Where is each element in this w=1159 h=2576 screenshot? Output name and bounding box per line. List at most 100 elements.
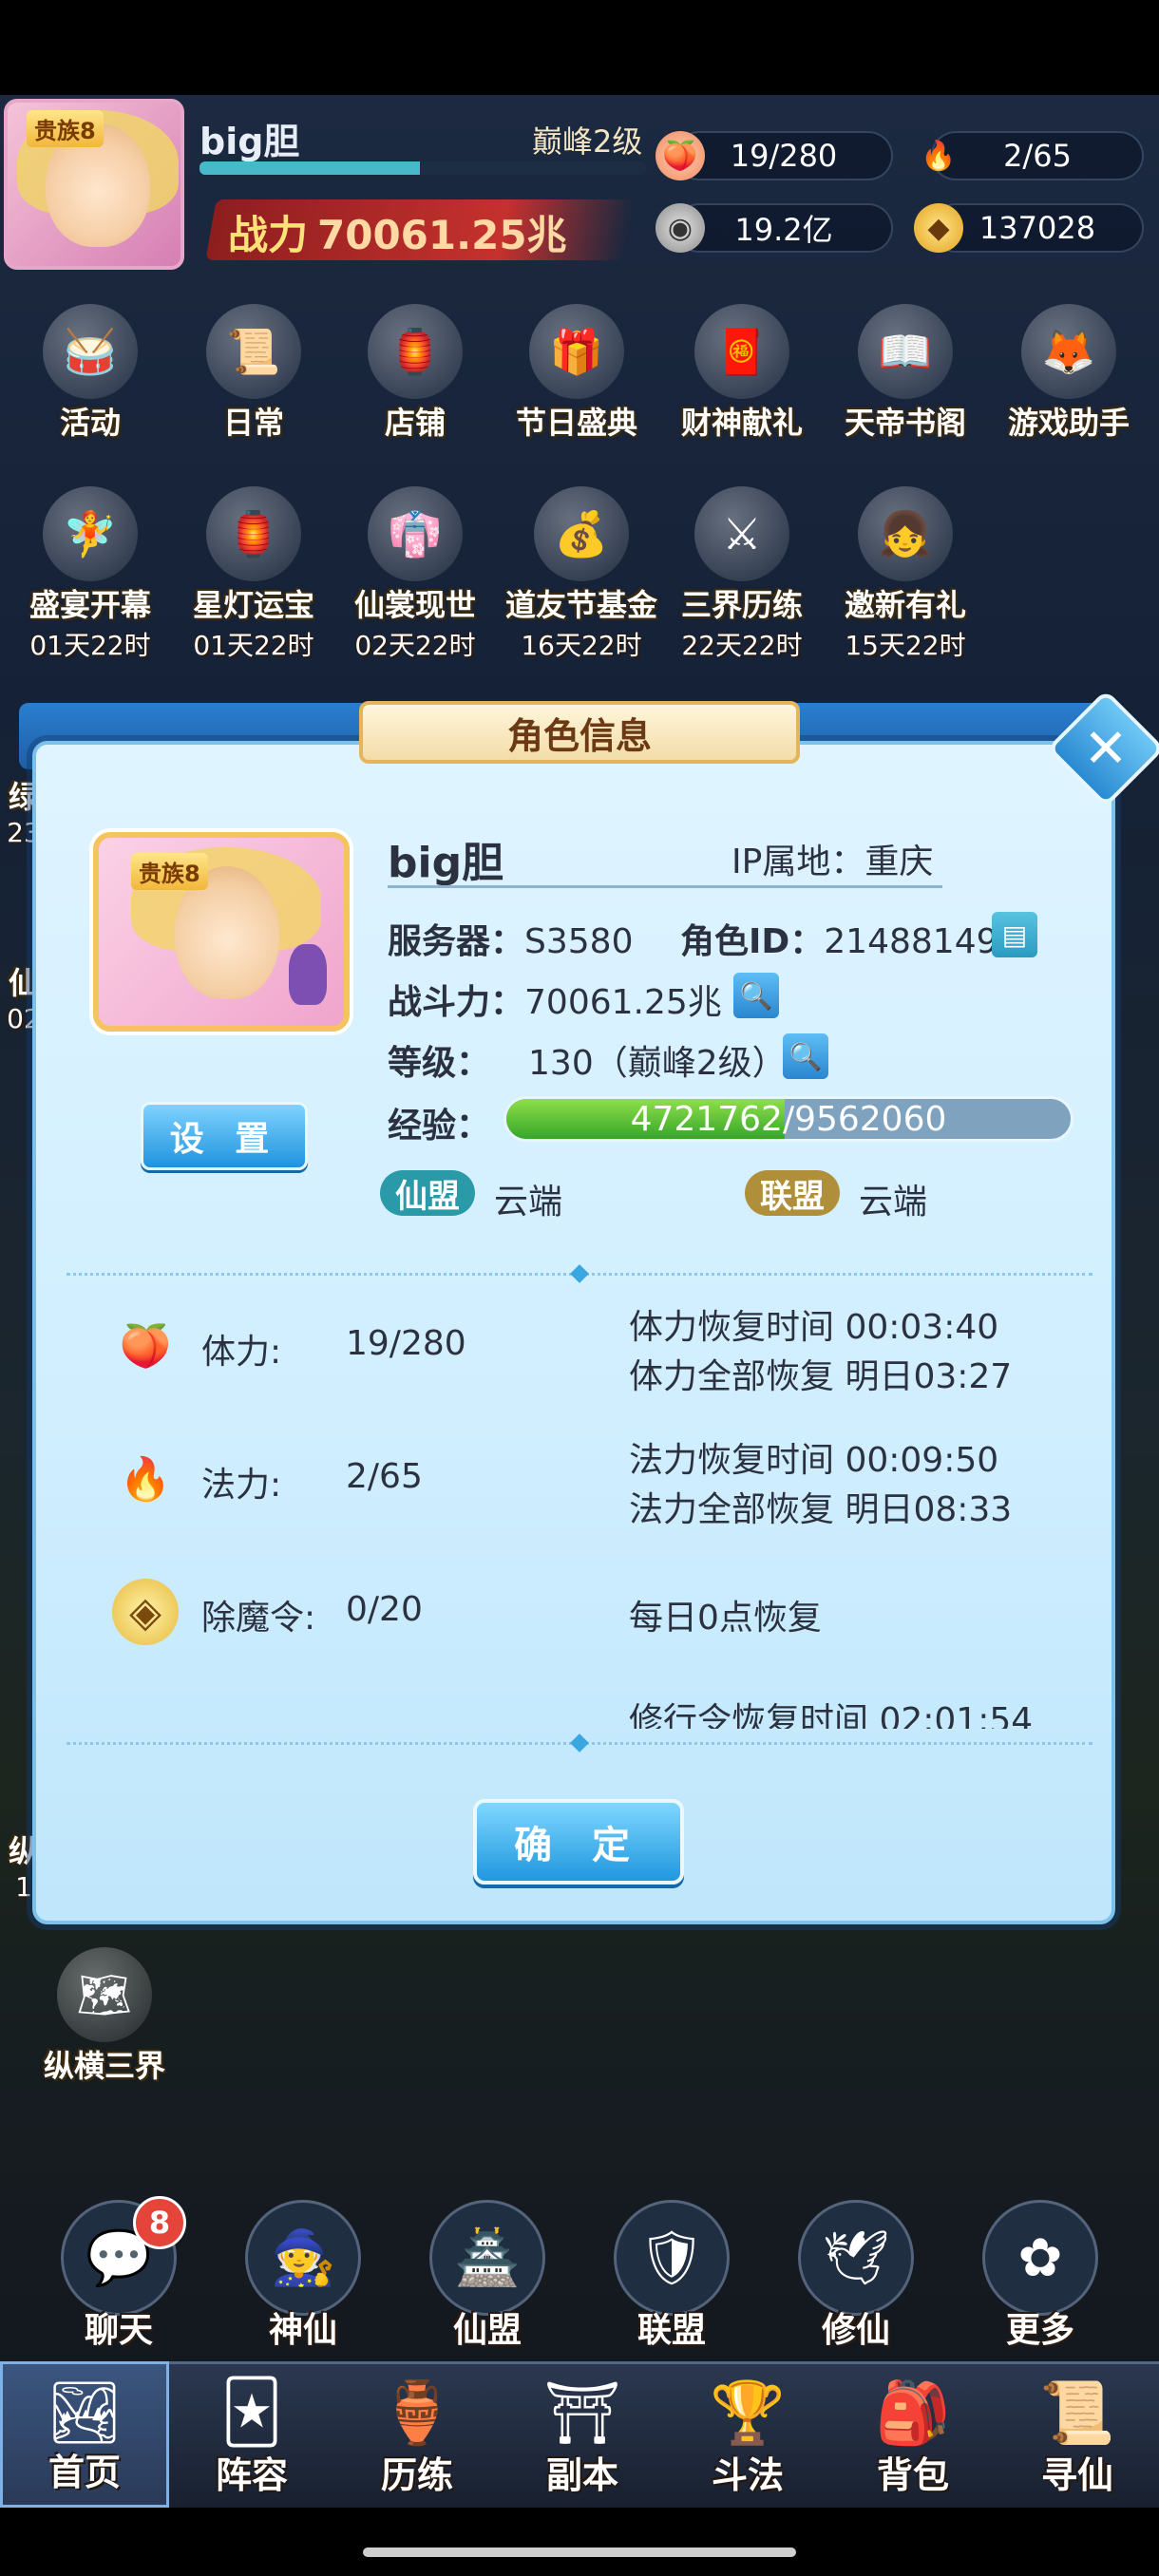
treasure-icon: 💰 [534, 486, 629, 581]
coin-icon: ◉ [656, 203, 705, 253]
alliance-button[interactable]: 🛡 联盟 [610, 2200, 733, 2352]
stamina-full-recover: 体力全部恢复 明日03:27 [629, 1357, 1013, 1396]
practice-recover-time: 修行令恢复时间 02:01:54 [629, 1701, 1034, 1729]
gate-icon: ⛩ [543, 2378, 621, 2449]
demon-token-value: 0/20 [346, 1590, 423, 1629]
nav-seek[interactable]: 📜 寻仙 [996, 2361, 1159, 2508]
event-invite[interactable]: 👧 邀新有礼 15天22时 [834, 486, 977, 663]
rank-tag: 贵族8 [27, 110, 104, 147]
chat-badge: 8 [133, 2196, 186, 2249]
close-icon[interactable]: ✕ [1064, 707, 1148, 790]
shop-icon: 🏮 [368, 304, 463, 399]
scroll-map-icon: 📜 [1039, 2378, 1115, 2449]
role-portrait: 贵族8 [93, 832, 350, 1032]
warrior-icon: ⚔ [694, 486, 789, 581]
feature-assistant[interactable]: 🦊 游戏助手 [998, 304, 1140, 443]
nav-dungeon[interactable]: ⛩ 副本 [500, 2361, 665, 2508]
home-icon: 🏞 [46, 2378, 124, 2449]
server-row: 服务器：S3580 [388, 922, 634, 961]
bag-icon: 🎒 [875, 2378, 951, 2449]
guild-name: 云端 [494, 1183, 563, 1222]
nav-duel[interactable]: 🏆 斗法 [665, 2361, 830, 2508]
girl-icon: 👧 [858, 486, 953, 581]
combat-row: 战斗力：70061.25兆 [388, 983, 722, 1022]
god-of-wealth-icon: 🧧 [694, 304, 789, 399]
feature-daily[interactable]: 📜 日常 [182, 304, 325, 443]
book-icon: 📖 [858, 304, 953, 399]
nav-trial[interactable]: 🏺 历练 [334, 2361, 500, 2508]
portrait-rank-tag: 贵族8 [131, 853, 208, 890]
scroll-icon: 📜 [206, 304, 301, 399]
header-exp-bar [200, 161, 646, 175]
event-banquet[interactable]: 🧚 盛宴开幕 01天22时 [19, 486, 162, 663]
alliance-name: 云端 [859, 1183, 928, 1222]
role-name: big胆 [388, 839, 504, 887]
name-divider [388, 885, 942, 888]
exp-bar: 4721762/9562060 [504, 1096, 1074, 1142]
feature-activity[interactable]: 🥁 活动 [19, 304, 162, 443]
mana-full-recover: 法力全部恢复 明日08:33 [629, 1490, 1013, 1529]
gift-icon: 🎁 [529, 304, 624, 399]
role-id-row: 角色ID：21488149 [680, 922, 998, 961]
mana-label: 法力: [201, 1466, 282, 1505]
power-display: 战力 70061.25兆 [228, 203, 567, 261]
stamina-counter[interactable]: 19/280 [674, 131, 893, 180]
exp-label: 经验： [388, 1107, 491, 1146]
gold-ingot-icon: ◆ [914, 203, 963, 253]
stamina-recover-time: 体力恢复时间 00:03:40 [629, 1308, 999, 1347]
immortal-button[interactable]: 🧙 神仙 [241, 2200, 365, 2352]
peak-level: 巅峰2级 [532, 123, 643, 160]
feature-festival[interactable]: 🎁 节日盛典 [505, 304, 648, 443]
lantern-icon: 🏮 [206, 486, 301, 581]
silver-counter[interactable]: 19.2亿 [674, 203, 893, 253]
demon-token-label: 除魔令: [201, 1599, 316, 1638]
nav-lineup[interactable]: 🃏 阵容 [169, 2361, 334, 2508]
feature-wealth-gift[interactable]: 🧧 财神献礼 [671, 304, 813, 443]
power-label: 战力 [228, 212, 309, 258]
world-event[interactable]: 🗺 纵横三界 [19, 1947, 190, 2086]
more-button[interactable]: ✿ 更多 [978, 2200, 1102, 2352]
cultivate-button[interactable]: 🕊 修仙 [794, 2200, 918, 2352]
robe-icon: 👘 [368, 486, 463, 581]
search-icon[interactable]: 🔍 [783, 1033, 828, 1079]
nav-home[interactable]: 🏞 首页 [0, 2361, 169, 2508]
guild-icon: 🏯 [429, 2200, 545, 2316]
drum-icon: 🥁 [43, 304, 138, 399]
guild-button[interactable]: 🏯 仙盟 [426, 2200, 549, 2352]
player-avatar[interactable]: 贵族8 [4, 99, 184, 270]
system-nav-bar [0, 2508, 1159, 2576]
stamina-label: 体力: [201, 1333, 282, 1372]
peach-icon: 🍑 [119, 1322, 172, 1371]
flame-icon: 🔥 [921, 139, 957, 173]
alliance-icon: 🛡 [614, 2200, 730, 2316]
flower-icon: ✿ [982, 2200, 1098, 2316]
event-fund[interactable]: 💰 道友节基金 16天22时 [505, 486, 657, 663]
nav-bag[interactable]: 🎒 背包 [830, 2361, 996, 2508]
event-three-realms[interactable]: ⚔ 三界历练 22天22时 [671, 486, 813, 663]
player-name: big胆 [200, 121, 300, 162]
trophy-icon: 🏆 [710, 2378, 786, 2449]
ip-location: IP属地：重庆 [732, 843, 934, 881]
cards-icon: 🃏 [220, 2377, 283, 2448]
map-icon: 🗺 [57, 1947, 152, 2042]
event-costume[interactable]: 👘 仙裳现世 02天22时 [344, 486, 486, 663]
event-star-lantern[interactable]: 🏮 星灯运宝 01天22时 [182, 486, 325, 663]
token-icon: ◈ [112, 1579, 179, 1645]
flame-icon: 🔥 [119, 1455, 172, 1504]
guild-tag: 仙盟 [380, 1170, 475, 1216]
feature-library[interactable]: 📖 天帝书阁 [834, 304, 977, 443]
home-indicator[interactable] [363, 2548, 796, 2557]
modal-title: 角色信息 [359, 701, 800, 764]
exp-current: 4721762 [630, 1099, 783, 1139]
settings-button[interactable]: 设 置 [141, 1102, 308, 1170]
status-bar [0, 0, 1159, 95]
demon-token-recover: 每日0点恢复 [629, 1599, 822, 1638]
crane-icon: 🕊 [798, 2200, 914, 2316]
copy-icon[interactable]: ▤ [992, 912, 1037, 957]
feature-shop[interactable]: 🏮 店铺 [344, 304, 486, 443]
partial-row-clip: 修行令恢复时间 02:01:54 [38, 1696, 1102, 1729]
mana-recover-time: 法力恢复时间 00:09:50 [629, 1441, 999, 1480]
immortal-icon: 🧙 [245, 2200, 361, 2316]
confirm-button[interactable]: 确 定 [473, 1799, 684, 1885]
search-icon[interactable]: 🔍 [733, 973, 779, 1018]
